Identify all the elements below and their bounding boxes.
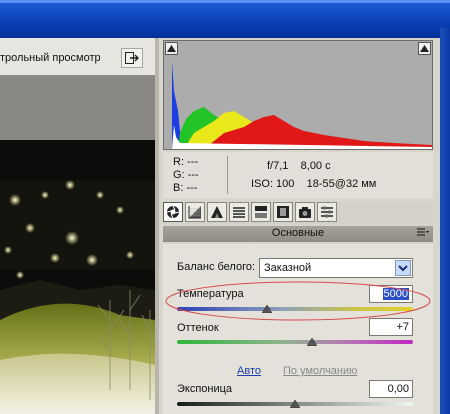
tint-value: +7 (396, 321, 409, 333)
swap-arrow-icon (125, 52, 139, 64)
detail-triangle-icon (211, 206, 223, 218)
chevron-down-icon[interactable] (395, 260, 411, 276)
lens-info: ISO: 100 18-55@32 мм (251, 178, 376, 190)
r-label: R: (173, 156, 184, 168)
r-value: --- (187, 156, 199, 168)
camera-calibration-icon (299, 207, 311, 218)
lens-corrections-icon (277, 206, 289, 218)
white-balance-label: Баланс белого: (177, 261, 256, 273)
b-label: B: (173, 182, 184, 194)
tab-tone-curve[interactable] (185, 202, 205, 222)
temperature-value: 5000 (382, 288, 409, 300)
aperture-icon (166, 205, 180, 219)
b-value: --- (186, 182, 198, 194)
iso-value: ISO: 100 (251, 178, 295, 190)
tint-label: Оттенок (177, 322, 219, 334)
exposure-field[interactable]: 0,00 (369, 380, 413, 398)
exposure-slider-thumb[interactable] (290, 400, 300, 408)
white-balance-select[interactable]: Заказной (259, 258, 413, 278)
auto-link[interactable]: Авто (237, 365, 261, 377)
exposure-value: 0,00 (387, 383, 409, 395)
default-link[interactable]: По умолчанию (283, 365, 357, 377)
triangle-up-icon (167, 45, 176, 52)
tab-detail[interactable] (207, 202, 227, 222)
rgb-readout: R: --- G: --- B: --- (173, 156, 199, 195)
section-header: Основные (163, 226, 433, 242)
exposure-info: f/7,1 8,00 с (267, 160, 331, 172)
temperature-slider[interactable] (177, 307, 413, 311)
tone-curve-icon (188, 206, 201, 219)
panel-divider[interactable] (155, 38, 159, 414)
adjustment-tabs (163, 202, 433, 224)
toggle-fullscreen-button[interactable] (121, 48, 143, 68)
aperture-value: f/7,1 (267, 160, 289, 172)
presets-icon (321, 206, 333, 218)
tab-hsl[interactable] (229, 202, 249, 222)
info-separator (227, 156, 228, 194)
highlight-clipping-toggle[interactable] (418, 42, 431, 55)
exposure-label: Экспоница (177, 383, 233, 395)
lens-value: 18-55@32 мм (306, 178, 377, 190)
section-title: Основные (271, 227, 325, 239)
preview-canvas-margin (0, 76, 155, 140)
preview-image[interactable] (0, 140, 155, 414)
window-right-border (440, 28, 450, 414)
tab-lens-corrections[interactable] (273, 202, 293, 222)
camera-info-panel: R: --- G: --- B: --- f/7,1 8,00 с ISO: 1… (163, 152, 433, 198)
panel-menu-icon[interactable] (417, 227, 429, 240)
tab-presets[interactable] (317, 202, 337, 222)
tab-split-toning[interactable] (251, 202, 271, 222)
white-balance-value: Заказной (264, 262, 312, 274)
hsl-bars-icon (233, 207, 245, 218)
tint-field[interactable]: +7 (369, 318, 413, 336)
preview-checkbox-label[interactable]: трольный просмотр (0, 52, 101, 64)
temperature-field[interactable]: 5000 (369, 285, 413, 303)
histogram (163, 40, 433, 150)
g-value: --- (187, 169, 199, 181)
triangle-up-icon (420, 45, 429, 52)
temperature-label: Температура (177, 288, 244, 300)
window-title-bar (0, 0, 450, 38)
temperature-slider-thumb[interactable] (261, 305, 272, 313)
tint-slider[interactable] (177, 340, 413, 344)
shutter-value: 8,00 с (300, 160, 331, 172)
basic-settings-panel: Баланс белого: Заказной Температура 5000… (163, 244, 433, 414)
tab-camera-calibration[interactable] (295, 202, 315, 222)
g-label: G: (173, 169, 185, 181)
tint-slider-thumb[interactable] (306, 338, 317, 346)
tab-basic[interactable] (163, 202, 183, 222)
split-toning-icon (255, 206, 267, 218)
shadow-clipping-toggle[interactable] (165, 42, 178, 55)
